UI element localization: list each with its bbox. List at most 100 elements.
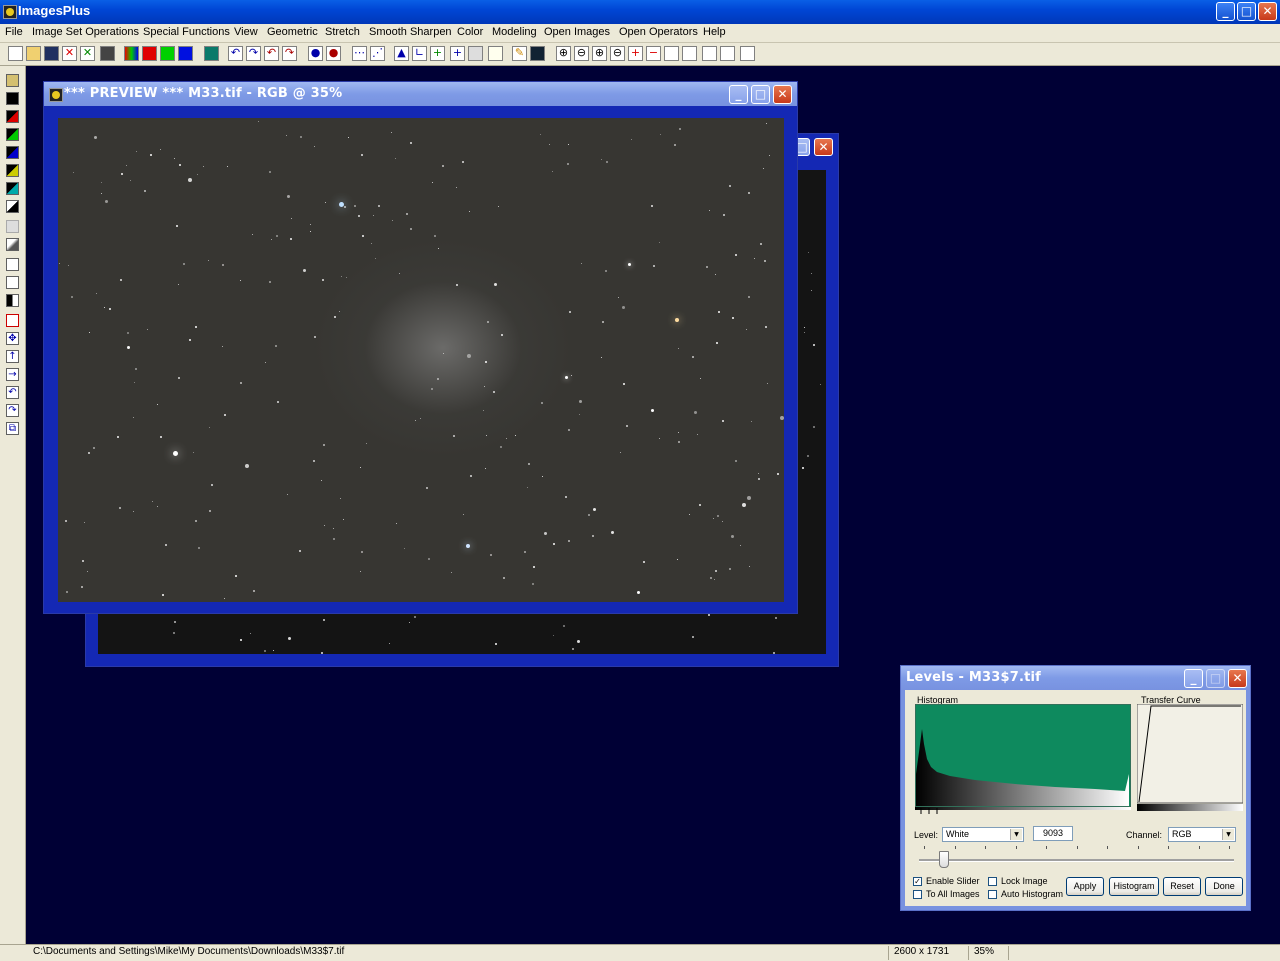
minimize-icon[interactable]: _ (1216, 2, 1235, 21)
mask-icon[interactable]: ● (308, 46, 323, 61)
delete-icon[interactable]: ✕ (62, 46, 77, 61)
menu-stretch[interactable]: Stretch (325, 26, 360, 38)
menu-open-operators[interactable]: Open Operators (619, 26, 698, 38)
right-arrow-icon[interactable]: → (6, 368, 19, 381)
open-icon[interactable] (26, 46, 41, 61)
red-channel-icon[interactable] (142, 46, 157, 61)
window-3-icon[interactable] (702, 46, 717, 61)
cyan-tool-icon[interactable] (6, 182, 19, 195)
star (288, 637, 291, 640)
print-icon[interactable] (100, 46, 115, 61)
zoom-fit-icon[interactable]: ⊕ (592, 46, 607, 61)
invert-tool-icon[interactable] (6, 200, 19, 213)
grid2-icon[interactable] (530, 46, 545, 61)
redo-all-icon[interactable]: ↷ (282, 46, 297, 61)
menu-modeling[interactable]: Modeling (492, 26, 537, 38)
red-tool-icon[interactable] (6, 110, 19, 123)
level-slider-thumb[interactable] (939, 851, 950, 868)
select-points-icon[interactable]: ⋰ (370, 46, 385, 61)
save-icon[interactable] (44, 46, 59, 61)
window-4-icon[interactable] (720, 46, 735, 61)
color-picker-icon[interactable] (488, 46, 503, 61)
menu-view[interactable]: View (234, 26, 258, 38)
level-select[interactable]: White ▼ (942, 827, 1024, 842)
crop-tool-icon[interactable] (6, 314, 19, 327)
levels-titlebar[interactable]: Levels - M33$7.tif _ □ ✕ (901, 666, 1250, 690)
redo-icon[interactable]: ↷ (246, 46, 261, 61)
menu-open-images[interactable]: Open Images (544, 26, 610, 38)
done-button[interactable]: Done (1205, 877, 1243, 896)
blue-tool-icon[interactable] (6, 146, 19, 159)
center-icon[interactable]: + (450, 46, 465, 61)
histogram-button[interactable]: Histogram (1109, 877, 1159, 896)
move-tool-icon[interactable]: ✥ (6, 332, 19, 345)
star (87, 571, 88, 572)
preview-minimize-icon[interactable]: _ (729, 85, 748, 104)
window-5-icon[interactable] (740, 46, 755, 61)
reset-button[interactable]: Reset (1163, 877, 1201, 896)
pencil-icon[interactable]: ✎ (512, 46, 527, 61)
channel-select[interactable]: RGB ▼ (1168, 827, 1236, 842)
close-icon[interactable]: ✕ (1258, 2, 1277, 21)
menu-image-set-operations[interactable]: Image Set Operations (32, 26, 139, 38)
blue-channel-icon[interactable] (178, 46, 193, 61)
up-arrow-icon[interactable]: ↑ (6, 350, 19, 363)
preview-image-canvas[interactable] (58, 118, 784, 602)
gradient-tool-icon[interactable] (6, 238, 19, 251)
green-tool-icon[interactable] (6, 128, 19, 141)
yellow-tool-icon[interactable] (6, 164, 19, 177)
star (120, 279, 122, 281)
to-all-images-checkbox[interactable] (913, 890, 922, 899)
rotate-left-icon[interactable]: ↶ (6, 386, 19, 399)
levels-minimize-icon[interactable]: _ (1184, 669, 1203, 688)
triangle-icon[interactable]: ▲ (394, 46, 409, 61)
levels-dialog[interactable]: Levels - M33$7.tif _ □ ✕ Histogram Trans… (900, 665, 1251, 911)
levels-close-icon[interactable]: ✕ (1228, 669, 1247, 688)
split-tool-icon[interactable] (6, 294, 19, 307)
menu-smooth-sharpen[interactable]: Smooth Sharpen (369, 26, 452, 38)
rotate-right-icon[interactable]: ↷ (6, 404, 19, 417)
maximize-icon[interactable]: □ (1237, 2, 1256, 21)
undo-all-icon[interactable]: ↶ (264, 46, 279, 61)
close-image-icon[interactable]: ✕ (80, 46, 95, 61)
level-value-input[interactable]: 9093 (1033, 826, 1073, 841)
menu-file[interactable]: File (5, 26, 23, 38)
rgb-icon[interactable] (124, 46, 139, 61)
apply-button[interactable]: Apply (1066, 877, 1104, 896)
subtract-icon[interactable]: − (646, 46, 661, 61)
undo-icon[interactable]: ↶ (228, 46, 243, 61)
add-icon[interactable]: + (628, 46, 643, 61)
green-channel-icon[interactable] (160, 46, 175, 61)
lock-image-checkbox[interactable] (988, 877, 997, 886)
mask-off-icon[interactable]: ● (326, 46, 341, 61)
disabled-tool-icon[interactable] (6, 220, 19, 233)
enable-slider-checkbox[interactable]: ✓ (913, 877, 922, 886)
menu-help[interactable]: Help (703, 26, 726, 38)
preview-window[interactable]: *** PREVIEW *** M33.tif - RGB @ 35% _ □ … (43, 81, 798, 614)
zoom-in-icon[interactable]: ⊕ (556, 46, 571, 61)
zoom-out-icon[interactable]: ⊖ (574, 46, 589, 61)
black-tool-icon[interactable] (6, 92, 19, 105)
window-1-icon[interactable] (664, 46, 679, 61)
preview-titlebar[interactable]: *** PREVIEW *** M33.tif - RGB @ 35% _ □ … (44, 82, 797, 106)
window-2-icon[interactable] (682, 46, 697, 61)
crosshair-icon[interactable]: + (430, 46, 445, 61)
frame-icon[interactable] (468, 46, 483, 61)
preview-maximize-icon[interactable]: □ (751, 85, 770, 104)
preview-close-icon[interactable]: ✕ (773, 85, 792, 104)
save-tool-icon[interactable] (6, 74, 19, 87)
new-icon[interactable] (8, 46, 23, 61)
select-tool-icon[interactable] (6, 258, 19, 271)
bg-close-icon[interactable]: ✕ (814, 138, 833, 156)
dots-icon[interactable]: ⋯ (352, 46, 367, 61)
flip-icon[interactable]: ⧉ (6, 422, 19, 435)
level-slider-track[interactable] (919, 859, 1234, 862)
auto-histogram-checkbox[interactable] (988, 890, 997, 899)
zoom-actual-icon[interactable]: ⊖ (610, 46, 625, 61)
menu-color[interactable]: Color (457, 26, 483, 38)
measure-icon[interactable]: ∟ (412, 46, 427, 61)
menu-geometric[interactable]: Geometric (267, 26, 318, 38)
list-tool-icon[interactable] (6, 276, 19, 289)
grid-icon[interactable] (204, 46, 219, 61)
menu-special-functions[interactable]: Special Functions (143, 26, 230, 38)
